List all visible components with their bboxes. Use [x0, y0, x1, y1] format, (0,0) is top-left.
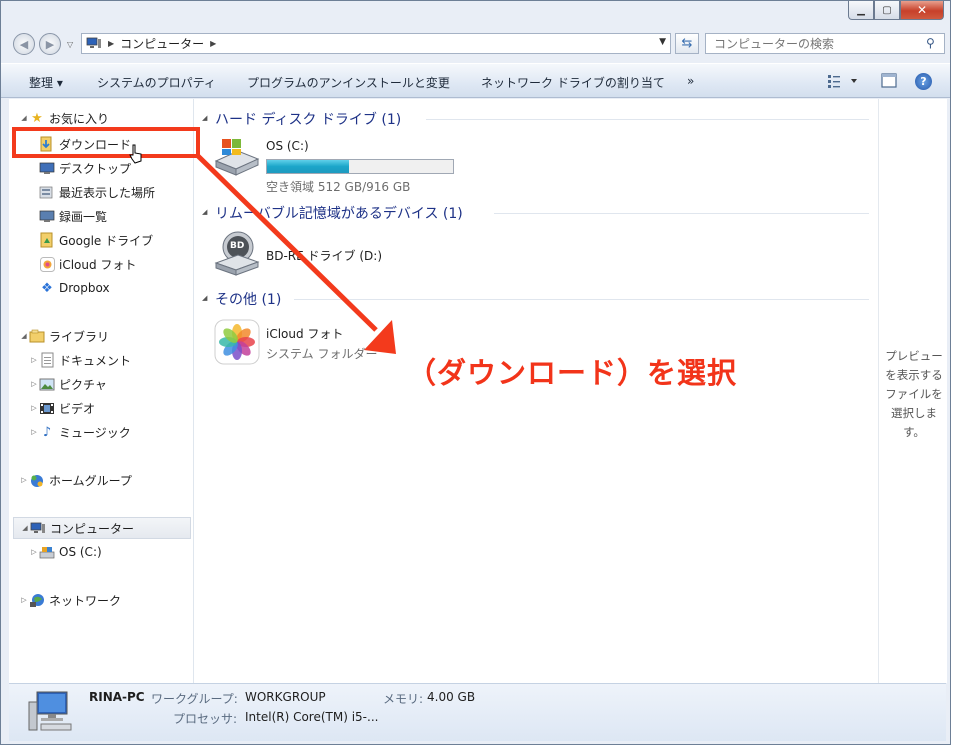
annotation-instruction: （ダウンロード）を選択: [407, 356, 738, 390]
mouse-cursor-icon: [128, 144, 144, 167]
